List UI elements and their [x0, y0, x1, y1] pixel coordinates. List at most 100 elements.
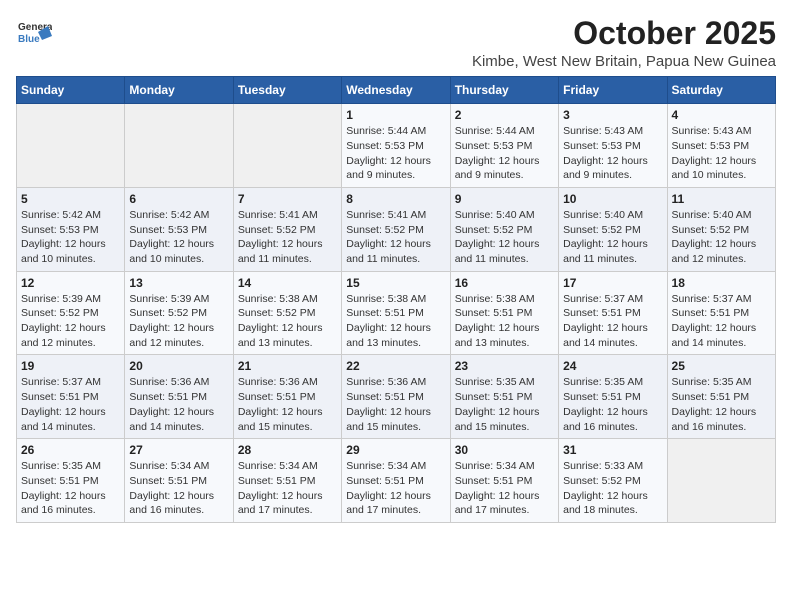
day-number: 16	[455, 276, 554, 290]
day-number: 30	[455, 443, 554, 457]
day-number: 15	[346, 276, 445, 290]
logo: General Blue	[16, 16, 52, 52]
day-info: Sunrise: 5:44 AMSunset: 5:53 PMDaylight:…	[455, 124, 554, 183]
day-info: Sunrise: 5:34 AMSunset: 5:51 PMDaylight:…	[129, 459, 228, 518]
calendar-cell: 28Sunrise: 5:34 AMSunset: 5:51 PMDayligh…	[233, 439, 341, 523]
calendar-cell	[125, 104, 233, 188]
day-number: 11	[672, 192, 771, 206]
day-info: Sunrise: 5:36 AMSunset: 5:51 PMDaylight:…	[346, 375, 445, 434]
logo-svg: General Blue	[16, 16, 52, 52]
calendar-cell	[17, 104, 125, 188]
calendar-cell: 20Sunrise: 5:36 AMSunset: 5:51 PMDayligh…	[125, 355, 233, 439]
header-friday: Friday	[559, 77, 667, 104]
day-number: 12	[21, 276, 120, 290]
calendar-cell: 26 Sunrise: 5:35 AMSunset: 5:51 PMDayligh…	[17, 439, 125, 523]
header-saturday: Saturday	[667, 77, 775, 104]
day-info: Sunrise: 5:39 AMSunset: 5:52 PMDaylight:…	[21, 292, 120, 351]
day-number: 19	[21, 359, 120, 373]
day-info: Sunrise: 5:37 AMSunset: 5:51 PMDaylight:…	[563, 292, 662, 351]
calendar-cell: 8Sunrise: 5:41 AMSunset: 5:52 PMDaylight…	[342, 187, 450, 271]
day-info: Sunrise: 5:34 AMSunset: 5:51 PMDaylight:…	[346, 459, 445, 518]
day-number: 3	[563, 108, 662, 122]
header: General Blue October 2025 Kimbe, West Ne…	[16, 16, 776, 70]
calendar-cell: 2 Sunrise: 5:44 AMSunset: 5:53 PMDaylight…	[450, 104, 558, 188]
day-info: Sunrise: 5:33 AMSunset: 5:52 PMDaylight:…	[563, 459, 662, 518]
day-info: Sunrise: 5:38 AMSunset: 5:51 PMDaylight:…	[346, 292, 445, 351]
page-container: General Blue October 2025 Kimbe, West Ne…	[16, 16, 776, 523]
calendar-header-row: SundayMondayTuesdayWednesdayThursdayFrid…	[17, 77, 776, 104]
day-info: Sunrise: 5:43 AMSunset: 5:53 PMDaylight:…	[563, 124, 662, 183]
day-number: 28	[238, 443, 337, 457]
day-number: 7	[238, 192, 337, 206]
calendar-cell: 25 Sunrise: 5:35 AMSunset: 5:51 PMDayligh…	[667, 355, 775, 439]
day-info: Sunrise: 5:37 AMSunset: 5:51 PMDaylight:…	[21, 375, 120, 434]
day-number: 13	[129, 276, 228, 290]
main-title: October 2025	[472, 16, 776, 51]
header-thursday: Thursday	[450, 77, 558, 104]
day-number: 27	[129, 443, 228, 457]
week-row-3: 12 Sunrise: 5:39 AMSunset: 5:52 PMDayligh…	[17, 271, 776, 355]
calendar-cell: 22 Sunrise: 5:36 AMSunset: 5:51 PMDayligh…	[342, 355, 450, 439]
calendar-table: SundayMondayTuesdayWednesdayThursdayFrid…	[16, 76, 776, 523]
day-info: Sunrise: 5:35 AMSunset: 5:51 PMDaylight:…	[21, 459, 120, 518]
day-info: Sunrise: 5:41 AMSunset: 5:52 PMDaylight:…	[238, 208, 337, 267]
calendar-cell: 30 Sunrise: 5:34 AMSunset: 5:51 PMDayligh…	[450, 439, 558, 523]
day-info: Sunrise: 5:38 AMSunset: 5:51 PMDaylight:…	[455, 292, 554, 351]
day-number: 18	[672, 276, 771, 290]
header-wednesday: Wednesday	[342, 77, 450, 104]
day-info: Sunrise: 5:35 AMSunset: 5:51 PMDaylight:…	[563, 375, 662, 434]
day-number: 23	[455, 359, 554, 373]
calendar-cell: 15 Sunrise: 5:38 AMSunset: 5:51 PMDayligh…	[342, 271, 450, 355]
day-number: 14	[238, 276, 337, 290]
day-info: Sunrise: 5:35 AMSunset: 5:51 PMDaylight:…	[672, 375, 771, 434]
calendar-cell: 19 Sunrise: 5:37 AMSunset: 5:51 PMDayligh…	[17, 355, 125, 439]
day-number: 21	[238, 359, 337, 373]
calendar-cell: 4Sunrise: 5:43 AMSunset: 5:53 PMDaylight…	[667, 104, 775, 188]
day-number: 4	[672, 108, 771, 122]
calendar-cell	[667, 439, 775, 523]
day-info: Sunrise: 5:39 AMSunset: 5:52 PMDaylight:…	[129, 292, 228, 351]
day-number: 9	[455, 192, 554, 206]
day-number: 6	[129, 192, 228, 206]
calendar-cell: 29 Sunrise: 5:34 AMSunset: 5:51 PMDayligh…	[342, 439, 450, 523]
calendar-cell: 11 Sunrise: 5:40 AMSunset: 5:52 PMDayligh…	[667, 187, 775, 271]
day-number: 1	[346, 108, 445, 122]
calendar-cell: 3 Sunrise: 5:43 AMSunset: 5:53 PMDaylight…	[559, 104, 667, 188]
calendar-cell: 18 Sunrise: 5:37 AMSunset: 5:51 PMDayligh…	[667, 271, 775, 355]
calendar-cell: 27 Sunrise: 5:34 AMSunset: 5:51 PMDayligh…	[125, 439, 233, 523]
header-sunday: Sunday	[17, 77, 125, 104]
day-info: Sunrise: 5:40 AMSunset: 5:52 PMDaylight:…	[672, 208, 771, 267]
calendar-cell: 12 Sunrise: 5:39 AMSunset: 5:52 PMDayligh…	[17, 271, 125, 355]
day-info: Sunrise: 5:42 AMSunset: 5:53 PMDaylight:…	[129, 208, 228, 267]
calendar-cell: 21 Sunrise: 5:36 AMSunset: 5:51 PMDayligh…	[233, 355, 341, 439]
calendar-cell: 31 Sunrise: 5:33 AMSunset: 5:52 PMDayligh…	[559, 439, 667, 523]
day-number: 17	[563, 276, 662, 290]
day-number: 20	[129, 359, 228, 373]
header-monday: Monday	[125, 77, 233, 104]
day-number: 29	[346, 443, 445, 457]
day-number: 26	[21, 443, 120, 457]
day-number: 2	[455, 108, 554, 122]
day-number: 24	[563, 359, 662, 373]
day-number: 5	[21, 192, 120, 206]
calendar-cell: 10 Sunrise: 5:40 AMSunset: 5:52 PMDayligh…	[559, 187, 667, 271]
day-number: 25	[672, 359, 771, 373]
calendar-cell: 24 Sunrise: 5:35 AMSunset: 5:51 PMDayligh…	[559, 355, 667, 439]
day-info: Sunrise: 5:35 AMSunset: 5:51 PMDaylight:…	[455, 375, 554, 434]
day-number: 22	[346, 359, 445, 373]
calendar-cell: 13 Sunrise: 5:39 AMSunset: 5:52 PMDayligh…	[125, 271, 233, 355]
day-info: Sunrise: 5:40 AMSunset: 5:52 PMDaylight:…	[563, 208, 662, 267]
calendar-cell: 17 Sunrise: 5:37 AMSunset: 5:51 PMDayligh…	[559, 271, 667, 355]
calendar-cell: 7 Sunrise: 5:41 AMSunset: 5:52 PMDaylight…	[233, 187, 341, 271]
header-tuesday: Tuesday	[233, 77, 341, 104]
day-number: 31	[563, 443, 662, 457]
day-info: Sunrise: 5:36 AMSunset: 5:51 PMDaylight:…	[238, 375, 337, 434]
svg-text:Blue: Blue	[18, 34, 40, 45]
calendar-cell: 6 Sunrise: 5:42 AMSunset: 5:53 PMDaylight…	[125, 187, 233, 271]
calendar-cell	[233, 104, 341, 188]
week-row-4: 19 Sunrise: 5:37 AMSunset: 5:51 PMDayligh…	[17, 355, 776, 439]
day-info: Sunrise: 5:34 AMSunset: 5:51 PMDaylight:…	[455, 459, 554, 518]
calendar-cell: 14Sunrise: 5:38 AMSunset: 5:52 PMDayligh…	[233, 271, 341, 355]
day-info: Sunrise: 5:37 AMSunset: 5:51 PMDaylight:…	[672, 292, 771, 351]
day-number: 10	[563, 192, 662, 206]
